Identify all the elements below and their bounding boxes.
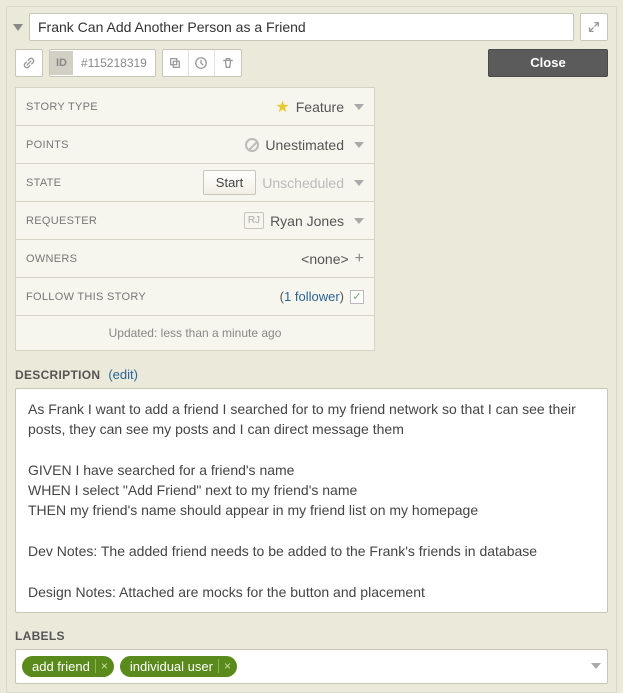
- history-button[interactable]: [189, 50, 215, 76]
- chevron-down-icon[interactable]: [591, 663, 601, 669]
- label-chip-text: individual user: [130, 659, 213, 674]
- requester-row[interactable]: REQUESTER RJ Ryan Jones: [16, 202, 374, 240]
- follow-label: FOLLOW THIS STORY: [26, 291, 146, 303]
- owners-label: OWNERS: [26, 253, 77, 265]
- follow-row: FOLLOW THIS STORY (1 follower) ✓: [16, 278, 374, 316]
- delete-button[interactable]: [215, 50, 241, 76]
- labels-input[interactable]: add friend × individual user ×: [15, 649, 608, 684]
- remove-label-icon[interactable]: ×: [95, 659, 108, 673]
- story-type-row[interactable]: STORY TYPE ★ Feature: [16, 88, 374, 126]
- id-label: ID: [50, 51, 73, 75]
- follow-checkbox[interactable]: ✓: [350, 290, 364, 304]
- link-icon: [22, 56, 36, 70]
- owners-row[interactable]: OWNERS <none> +: [16, 240, 374, 278]
- updated-text: Updated: less than a minute ago: [16, 316, 374, 351]
- story-type-value: Feature: [296, 99, 344, 115]
- trash-icon: [221, 56, 235, 70]
- expand-icon: [587, 20, 601, 34]
- unestimated-icon: [245, 138, 259, 152]
- plus-icon[interactable]: +: [355, 250, 364, 268]
- requester-value: Ryan Jones: [270, 213, 344, 229]
- star-icon: ★: [275, 97, 289, 117]
- state-label: STATE: [26, 177, 61, 189]
- clone-button[interactable]: [163, 50, 189, 76]
- requester-label: REQUESTER: [26, 215, 97, 227]
- expand-button[interactable]: [580, 13, 608, 41]
- chevron-down-icon: [354, 218, 364, 224]
- state-value: Unscheduled: [262, 175, 344, 191]
- start-button[interactable]: Start: [203, 170, 256, 195]
- close-button[interactable]: Close: [488, 49, 608, 77]
- meta-table: STORY TYPE ★ Feature POINTS Unestimated …: [15, 87, 375, 351]
- story-title-input[interactable]: [29, 13, 574, 41]
- chevron-down-icon[interactable]: [354, 180, 364, 186]
- edit-link[interactable]: (edit): [108, 367, 138, 382]
- label-chip[interactable]: add friend ×: [22, 656, 114, 677]
- label-chip[interactable]: individual user ×: [120, 656, 237, 677]
- requester-initials: RJ: [244, 212, 264, 229]
- story-id-chip[interactable]: ID #115218319: [49, 49, 156, 77]
- toolbar: ID #115218319 Close: [15, 49, 608, 77]
- followers-link[interactable]: (1 follower): [280, 289, 344, 304]
- link-button[interactable]: [16, 50, 42, 76]
- chevron-down-icon: [354, 142, 364, 148]
- clone-icon: [168, 56, 182, 70]
- story-panel: ID #115218319 Close STORY TYPE ★ Feature: [6, 6, 617, 693]
- points-label: POINTS: [26, 139, 69, 151]
- owners-value: <none>: [301, 251, 349, 267]
- clock-icon: [194, 56, 208, 70]
- points-value: Unestimated: [265, 137, 344, 153]
- description-body[interactable]: As Frank I want to add a friend I search…: [15, 388, 608, 613]
- collapse-icon[interactable]: [13, 24, 23, 31]
- id-value: #115218319: [73, 50, 155, 76]
- label-chip-text: add friend: [32, 659, 90, 674]
- description-header: DESCRIPTION (edit): [15, 367, 608, 382]
- state-row: STATE Start Unscheduled: [16, 164, 374, 202]
- points-row[interactable]: POINTS Unestimated: [16, 126, 374, 164]
- title-bar: [15, 7, 608, 47]
- description-header-label: DESCRIPTION: [15, 368, 100, 382]
- chevron-down-icon: [354, 104, 364, 110]
- story-type-label: STORY TYPE: [26, 101, 98, 113]
- remove-label-icon[interactable]: ×: [218, 659, 231, 673]
